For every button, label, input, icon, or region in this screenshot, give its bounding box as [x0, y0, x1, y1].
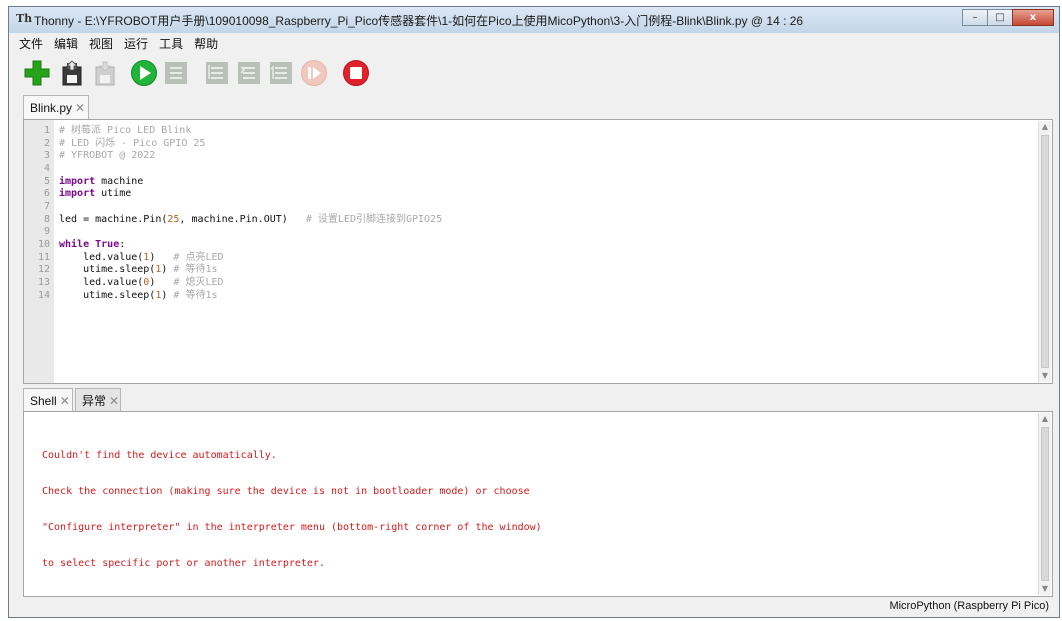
- code-line: utime.sleep(1) # 等待1s: [59, 289, 218, 301]
- line-number: 11: [37, 251, 50, 263]
- close-tab-icon[interactable]: ✕: [109, 394, 119, 408]
- code-line: led = machine.Pin(25, machine.Pin.OUT) #…: [59, 213, 443, 225]
- shell-output-line: "Configure interpreter" in the interpret…: [42, 522, 542, 533]
- line-number: 6: [43, 188, 50, 200]
- maximize-icon: □: [995, 12, 1005, 23]
- line-number: 10: [37, 239, 50, 251]
- shell-output: Couldn't find the device automatically. …: [42, 426, 542, 594]
- close-icon: x: [1029, 12, 1037, 23]
- tab-label: 异常: [82, 394, 107, 408]
- window-title: Thonny - E:\YFROBOT用户手册\109010098_Raspbe…: [34, 14, 804, 28]
- line-number: 9: [43, 226, 50, 238]
- close-tab-icon[interactable]: ✕: [60, 394, 70, 408]
- line-number: 12: [37, 264, 50, 276]
- step-over-icon: [206, 62, 228, 84]
- editor-scrollbar[interactable]: ▲ ▼: [1038, 121, 1051, 382]
- tab-shell[interactable]: Shell ✕: [23, 388, 73, 412]
- scroll-up-icon[interactable]: ▲: [1039, 121, 1051, 133]
- menu-file[interactable]: 文件: [19, 35, 43, 52]
- code-line: import utime: [59, 188, 132, 200]
- code-line: # LED 闪烁 - Pico GPIO 25: [59, 137, 206, 149]
- menu-run[interactable]: 运行: [124, 35, 148, 52]
- resume-icon: [301, 60, 327, 86]
- step-over-button[interactable]: [203, 59, 231, 87]
- code-text[interactable]: # 树莓派 Pico LED Blink # LED 闪烁 - Pico GPIO…: [59, 125, 442, 302]
- new-file-button[interactable]: [23, 59, 51, 87]
- code-line: led.value(1) # 点亮LED: [59, 251, 224, 263]
- code-line: # YFROBOT @ 2022: [59, 150, 156, 162]
- line-number: 7: [43, 201, 50, 213]
- minimize-button[interactable]: –: [962, 9, 988, 26]
- line-number: 2: [43, 137, 50, 149]
- scroll-up-icon[interactable]: ▲: [1039, 413, 1051, 425]
- tab-label: Blink.py: [30, 100, 73, 115]
- status-bar: MicroPython (Raspberry Pi Pico): [9, 597, 1059, 617]
- resume-button[interactable]: [300, 59, 328, 87]
- step-into-icon: [238, 62, 260, 84]
- line-number: 8: [43, 213, 50, 225]
- code-line: while True:: [59, 239, 126, 251]
- shell-output-line: Couldn't find the device automatically.: [42, 450, 277, 461]
- run-icon: [131, 60, 157, 86]
- stop-button[interactable]: [342, 59, 370, 87]
- title-bar[interactable]: Th Thonny - E:\YFROBOT用户手册\109010098_Ras…: [9, 7, 1059, 34]
- save-file-button[interactable]: [91, 59, 119, 87]
- new-file-icon: [24, 60, 50, 86]
- shell-output-line: to select specific port or another inter…: [42, 558, 325, 569]
- step-out-button[interactable]: [267, 59, 295, 87]
- menu-view[interactable]: 视图: [89, 35, 113, 52]
- window-controls: – □ x: [962, 9, 1054, 26]
- scroll-thumb[interactable]: [1041, 135, 1049, 368]
- shell-panel[interactable]: Couldn't find the device automatically. …: [23, 411, 1053, 597]
- close-button[interactable]: x: [1012, 9, 1054, 26]
- toolbar: [9, 53, 1059, 93]
- code-editor[interactable]: 1 2 3 4 5 6 7 8 9 10 11 12 13 14 # 树莓派 P…: [23, 119, 1053, 384]
- debug-icon: [165, 62, 187, 84]
- line-numbers: 1 2 3 4 5 6 7 8 9 10 11 12 13 14: [24, 125, 50, 302]
- menu-bar: 文件 编辑 视图 运行 工具 帮助: [9, 33, 1059, 53]
- step-into-button[interactable]: [235, 59, 263, 87]
- shell-output-line: Check the connection (making sure the de…: [42, 486, 530, 497]
- menu-help[interactable]: 帮助: [194, 35, 218, 52]
- code-line: utime.sleep(1) # 等待1s: [59, 264, 218, 276]
- line-number: 5: [43, 175, 50, 187]
- maximize-button[interactable]: □: [987, 9, 1013, 26]
- shell-scrollbar[interactable]: ▲ ▼: [1038, 413, 1051, 595]
- minimize-icon: –: [972, 12, 978, 23]
- line-number: 14: [37, 289, 50, 301]
- tab-label: Shell: [30, 393, 57, 408]
- close-tab-icon[interactable]: ✕: [75, 101, 85, 115]
- open-file-button[interactable]: [58, 59, 86, 87]
- menu-edit[interactable]: 编辑: [54, 35, 78, 52]
- stop-icon: [343, 60, 369, 86]
- thonny-app-icon: Th: [16, 12, 33, 25]
- open-file-icon: [62, 60, 82, 86]
- tab-exceptions[interactable]: 异常 ✕: [75, 388, 121, 412]
- run-button[interactable]: [130, 59, 158, 87]
- line-number: 3: [43, 150, 50, 162]
- debug-button[interactable]: [162, 59, 190, 87]
- step-out-icon: [270, 62, 292, 84]
- interpreter-status[interactable]: MicroPython (Raspberry Pi Pico): [889, 600, 1049, 612]
- code-line: import machine: [59, 175, 144, 187]
- line-number-gutter: 1 2 3 4 5 6 7 8 9 10 11 12 13 14: [24, 120, 54, 383]
- line-number: 4: [43, 163, 50, 175]
- tab-blink-py[interactable]: Blink.py ✕: [23, 95, 89, 119]
- line-number: 1: [43, 125, 50, 136]
- code-line: # 树莓派 Pico LED Blink: [59, 125, 192, 136]
- thonny-window: Th Thonny - E:\YFROBOT用户手册\109010098_Ras…: [8, 6, 1060, 618]
- save-file-icon: [95, 61, 115, 86]
- line-number: 13: [37, 277, 50, 289]
- scroll-down-icon[interactable]: ▼: [1039, 583, 1051, 595]
- scroll-thumb[interactable]: [1041, 427, 1049, 581]
- scroll-down-icon[interactable]: ▼: [1039, 370, 1051, 382]
- code-line: led.value(0) # 熄灭LED: [59, 277, 224, 289]
- menu-tools[interactable]: 工具: [159, 35, 183, 52]
